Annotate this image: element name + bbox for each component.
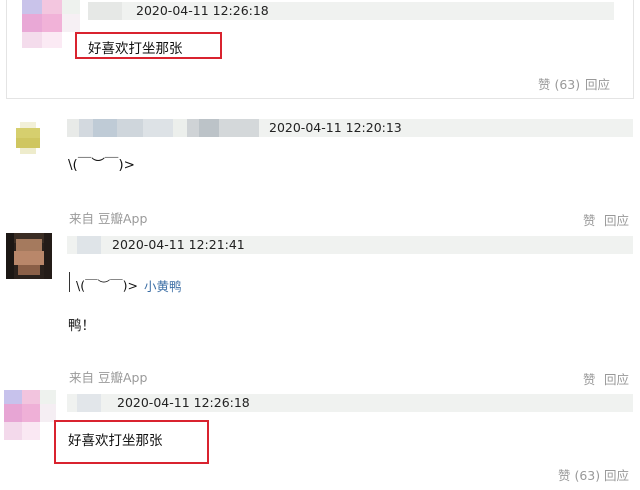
highlight-box [75, 32, 222, 59]
username-blurred[interactable] [67, 119, 259, 137]
like-button[interactable]: 赞 [583, 210, 596, 229]
username-blurred[interactable] [67, 394, 101, 412]
reply-button[interactable]: 回应 [585, 74, 610, 93]
reply-button[interactable]: 回应 [604, 210, 629, 229]
comment-timestamp: 2020-04-11 12:26:18 [117, 395, 250, 410]
comment-timestamp: 2020-04-11 12:26:18 [136, 3, 269, 18]
comment-source: 来自 豆瓣App [69, 211, 148, 226]
comment-timestamp: 2020-04-11 12:20:13 [269, 120, 402, 135]
avatar[interactable] [6, 233, 52, 279]
username-blurred[interactable] [67, 236, 101, 254]
reply-button[interactable]: 回应 [604, 369, 629, 388]
quoted-author-link[interactable]: 小黄鸭 [144, 276, 182, 295]
username-blurred[interactable] [88, 2, 122, 20]
avatar[interactable] [4, 390, 56, 440]
comment-text: \(￣︶￣)> [68, 157, 135, 173]
avatar[interactable] [22, 0, 80, 48]
comment-text: 鸭！ [68, 318, 95, 334]
comment-feed: 2020-04-11 12:26:18 好喜欢打坐那张 赞 (63) 回应 20… [0, 0, 640, 490]
like-button[interactable]: 赞 (63) [538, 74, 580, 93]
comment-timestamp: 2020-04-11 12:21:41 [112, 237, 245, 252]
avatar[interactable] [14, 120, 42, 156]
highlight-box [54, 420, 209, 464]
quote-bar [69, 272, 70, 292]
like-button[interactable]: 赞 [583, 369, 596, 388]
comment-source: 来自 豆瓣App [69, 370, 148, 385]
like-button[interactable]: 赞 (63) [558, 465, 600, 484]
reply-button[interactable]: 回应 [604, 465, 629, 484]
quoted-text: \(￣︶￣)> [76, 278, 138, 293]
